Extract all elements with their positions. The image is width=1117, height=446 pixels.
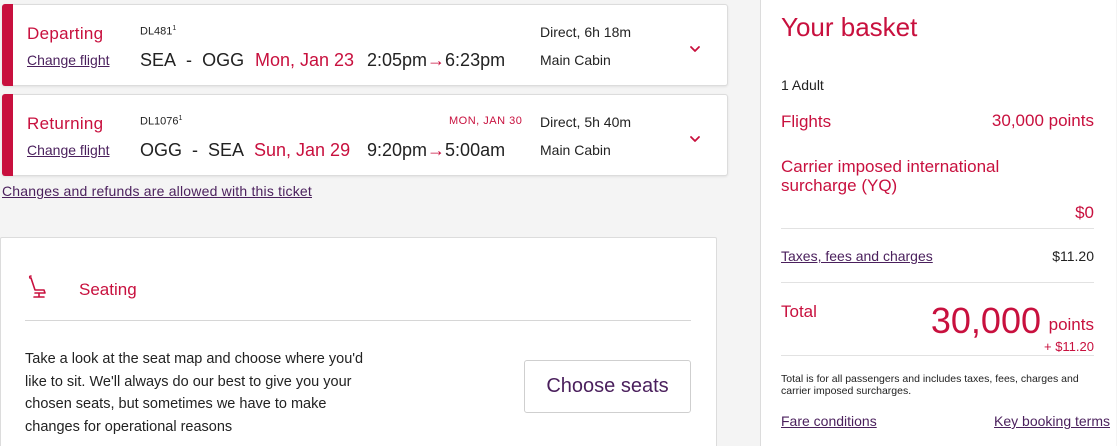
- key-booking-terms-link[interactable]: Key booking terms: [994, 413, 1110, 429]
- returning-flight-card: Returning Change flight DL10761 OGG - SE…: [2, 94, 728, 176]
- flights-value: 30,000 points: [991, 111, 1094, 130]
- origin-code: SEA: [140, 50, 177, 70]
- flight-route: SEA - OGG: [140, 50, 244, 71]
- flight-date: Sun, Jan 29: [254, 140, 351, 160]
- arrow-icon: →: [427, 140, 446, 160]
- seat-icon: [27, 275, 49, 299]
- flight-number: DL10761: [140, 115, 183, 128]
- changes-refunds-link[interactable]: Changes and refunds are allowed with thi…: [2, 183, 312, 199]
- basket-panel: Your basket 1 Adult Flights 30,000 point…: [760, 0, 1116, 446]
- surcharge-label: Carrier imposed international surcharge …: [781, 157, 1000, 195]
- chevron-down-icon[interactable]: [685, 129, 705, 149]
- surcharge-value: $0: [1075, 203, 1094, 222]
- card-accent-bar: [2, 4, 13, 86]
- depart-time: 9:20pm: [367, 140, 428, 160]
- cabin-class: Main Cabin: [540, 142, 611, 158]
- choose-seats-button[interactable]: Choose seats: [524, 360, 691, 413]
- flight-route: OGG - SEA: [140, 140, 244, 161]
- divider: [781, 282, 1094, 283]
- flight-duration: Direct, 5h 40m: [540, 114, 632, 130]
- flight-times: 2:05pm→6:23pm: [367, 50, 505, 71]
- flight-date: Mon, Jan 23: [255, 50, 355, 70]
- total-cash-extra: + $11.20: [1043, 339, 1094, 354]
- fare-conditions-link[interactable]: Fare conditions: [781, 413, 877, 429]
- flight-number: DL4811: [140, 25, 177, 38]
- destination-code: SEA: [208, 140, 245, 160]
- destination-code: OGG: [202, 50, 245, 70]
- divider: [781, 228, 1094, 229]
- arrow-icon: →: [427, 50, 446, 70]
- total-points-unit: points: [1048, 315, 1094, 334]
- chevron-down-icon[interactable]: [685, 39, 705, 59]
- origin-code: OGG: [140, 140, 183, 160]
- route-separator: -: [186, 50, 193, 70]
- arrive-time: 5:00am: [445, 140, 506, 160]
- flight-direction-label: Returning: [27, 114, 104, 133]
- total-disclaimer: Total is for all passengers and includes…: [781, 373, 1079, 397]
- flights-label: Flights: [781, 112, 832, 131]
- seating-description: Take a look at the seat map and choose w…: [25, 351, 364, 435]
- arrive-time: 6:23pm: [445, 50, 506, 70]
- total-points: 30,000: [930, 300, 1041, 341]
- cabin-class: Main Cabin: [540, 52, 611, 68]
- divider: [25, 320, 691, 321]
- basket-title: Your basket: [781, 12, 918, 42]
- taxes-fees-link[interactable]: Taxes, fees and charges: [781, 248, 933, 264]
- change-flight-link[interactable]: Change flight: [27, 52, 110, 68]
- flight-duration: Direct, 6h 18m: [540, 24, 632, 40]
- departing-flight-card: Departing Change flight DL4811 SEA - OGG…: [2, 4, 728, 86]
- taxes-value: $11.20: [1052, 248, 1094, 264]
- divider: [781, 355, 1094, 356]
- card-accent-bar: [2, 94, 13, 176]
- total-label: Total: [781, 302, 817, 321]
- depart-time: 2:05pm: [367, 50, 428, 70]
- flight-times: 9:20pm→5:00am: [367, 140, 505, 161]
- passenger-count: 1 Adult: [781, 77, 824, 93]
- seating-title: Seating: [79, 280, 137, 299]
- route-separator: -: [192, 140, 199, 160]
- seating-card: Seating Take a look at the seat map and …: [0, 237, 717, 446]
- flight-direction-label: Departing: [27, 24, 104, 43]
- change-flight-link[interactable]: Change flight: [27, 142, 110, 158]
- arrival-next-day-label: MON, JAN 30: [449, 115, 523, 127]
